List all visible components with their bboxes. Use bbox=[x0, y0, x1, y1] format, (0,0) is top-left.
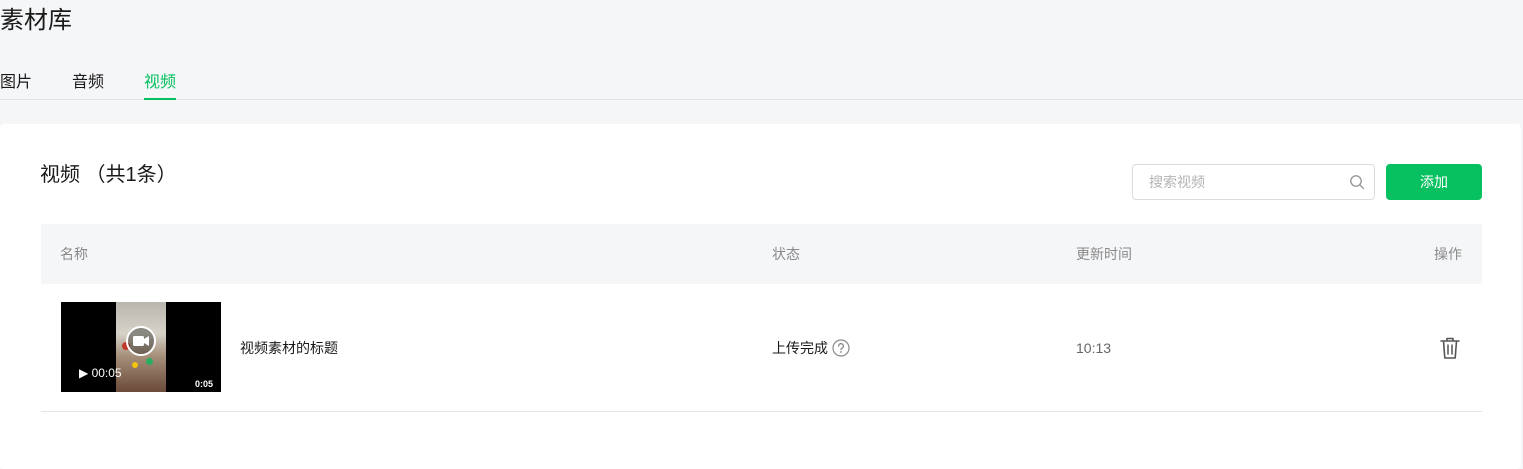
status-cell: 上传完成 bbox=[772, 284, 850, 412]
table-header: 名称 状态 更新时间 操作 bbox=[41, 224, 1482, 284]
tab-video-label: 视频 bbox=[144, 74, 177, 91]
video-library-panel: 视频 （共1条） 添加 名称 状态 更新时间 操作 bbox=[0, 124, 1521, 469]
column-header-name: 名称 bbox=[60, 246, 88, 262]
tab-video[interactable]: 视频 bbox=[144, 72, 177, 100]
video-thumbnail[interactable]: ▶ 00:05 0:05 bbox=[61, 302, 221, 392]
add-button[interactable]: 添加 bbox=[1386, 164, 1482, 200]
trash-icon[interactable] bbox=[1439, 336, 1461, 360]
video-table: 名称 状态 更新时间 操作 ▶ 00:05 0:05 视频素材的标题 上传完成 … bbox=[41, 224, 1482, 412]
status-text: 上传完成 bbox=[772, 340, 828, 356]
table-row[interactable]: ▶ 00:05 0:05 视频素材的标题 上传完成 10:13 bbox=[41, 284, 1482, 412]
tab-images[interactable]: 图片 bbox=[0, 72, 32, 94]
search-box[interactable] bbox=[1132, 164, 1375, 200]
active-tab-indicator bbox=[144, 98, 177, 100]
tab-audio[interactable]: 音频 bbox=[72, 72, 104, 94]
tab-bar: 图片 音频 视频 bbox=[0, 62, 1523, 100]
video-camera-icon bbox=[126, 326, 156, 356]
player-time: ▶ 00:05 bbox=[79, 366, 122, 380]
search-input[interactable] bbox=[1149, 165, 1339, 199]
page-title: 素材库 bbox=[0, 7, 72, 34]
video-duration: 0:05 bbox=[194, 379, 213, 389]
updated-time: 10:13 bbox=[1076, 340, 1112, 356]
search-icon[interactable] bbox=[1349, 174, 1365, 190]
column-header-updated: 更新时间 bbox=[1076, 246, 1132, 262]
video-name: 视频素材的标题 bbox=[240, 340, 338, 356]
panel-title: 视频 （共1条） bbox=[40, 164, 177, 186]
help-icon[interactable] bbox=[832, 339, 850, 357]
column-header-status: 状态 bbox=[772, 246, 800, 262]
column-header-actions: 操作 bbox=[1434, 246, 1462, 262]
